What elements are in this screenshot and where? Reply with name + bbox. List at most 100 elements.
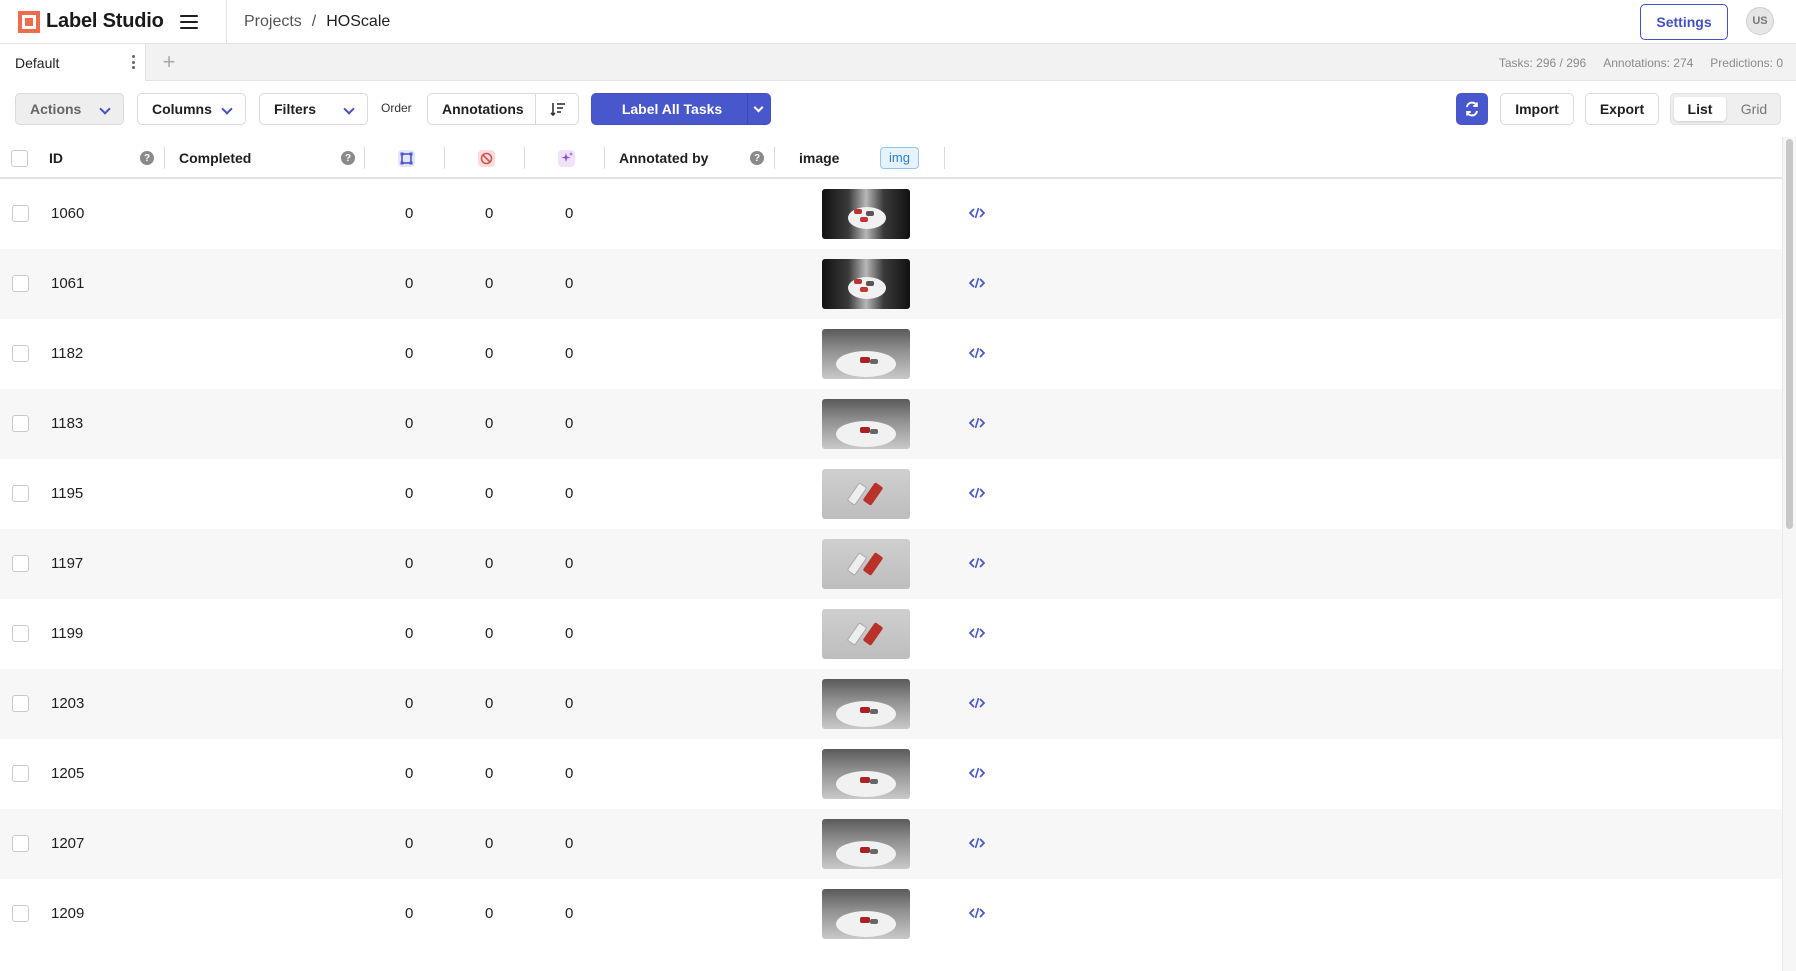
predictions-count-value: 0: [565, 485, 574, 502]
cancelled-count-value: 0: [485, 695, 494, 712]
image-thumbnail[interactable]: [822, 329, 910, 379]
image-thumbnail[interactable]: [822, 679, 910, 729]
table-row[interactable]: 1061 0 0 0: [0, 249, 1782, 319]
import-button[interactable]: Import: [1500, 93, 1574, 125]
help-icon[interactable]: ?: [140, 151, 154, 165]
table-row[interactable]: 1205 0 0 0: [0, 739, 1782, 809]
table-row[interactable]: 1060 0 0 0: [0, 179, 1782, 249]
row-checkbox[interactable]: [12, 905, 29, 922]
data-manager-toolbar: Actions Columns Filters Order Annotation…: [0, 81, 1796, 137]
image-thumbnail[interactable]: [822, 469, 910, 519]
code-icon[interactable]: [969, 486, 985, 500]
row-checkbox[interactable]: [12, 765, 29, 782]
column-header-completed[interactable]: Completed: [179, 137, 251, 179]
main-menu-icon[interactable]: [168, 0, 210, 44]
cancelled-count-value: 0: [485, 205, 494, 222]
task-id: 1205: [51, 765, 85, 782]
settings-button[interactable]: Settings: [1640, 4, 1728, 40]
scrollbar-thumb[interactable]: [1786, 139, 1793, 529]
predictions-count-value: 0: [565, 695, 574, 712]
table-row[interactable]: 1199 0 0 0: [0, 599, 1782, 669]
code-icon[interactable]: [969, 206, 985, 220]
code-icon[interactable]: [969, 906, 985, 920]
tab-default[interactable]: Default: [0, 44, 146, 81]
code-icon[interactable]: [969, 556, 985, 570]
table-row[interactable]: 1207 0 0 0: [0, 809, 1782, 879]
row-checkbox[interactable]: [12, 485, 29, 502]
row-checkbox[interactable]: [12, 275, 29, 292]
predictions-count-value: 0: [565, 625, 574, 642]
label-all-tasks-button[interactable]: Label All Tasks: [591, 93, 771, 125]
row-checkbox[interactable]: [12, 555, 29, 572]
row-checkbox[interactable]: [12, 205, 29, 222]
table-row[interactable]: 1197 0 0 0: [0, 529, 1782, 599]
code-icon[interactable]: [969, 696, 985, 710]
predictions-count-value: 0: [565, 905, 574, 922]
table-scrollbar[interactable]: [1782, 137, 1796, 971]
table-row[interactable]: 1203 0 0 0: [0, 669, 1782, 739]
row-checkbox[interactable]: [12, 415, 29, 432]
annotations-count-value: 0: [405, 275, 414, 292]
code-icon[interactable]: [969, 766, 985, 780]
chevron-down-icon[interactable]: [753, 102, 764, 113]
image-thumbnail[interactable]: [822, 399, 910, 449]
code-icon[interactable]: [969, 836, 985, 850]
table-row[interactable]: 1209 0 0 0: [0, 879, 1782, 949]
column-header-image[interactable]: image: [799, 137, 839, 179]
avatar[interactable]: US: [1746, 7, 1774, 35]
code-icon[interactable]: [969, 626, 985, 640]
columns-label: Columns: [152, 101, 212, 117]
filters-button[interactable]: Filters: [259, 93, 368, 125]
export-button[interactable]: Export: [1585, 93, 1659, 125]
breadcrumb-separator: /: [311, 12, 317, 30]
add-tab-icon[interactable]: +: [158, 50, 180, 74]
list-view-button[interactable]: List: [1674, 97, 1726, 121]
table-row[interactable]: 1182 0 0 0: [0, 319, 1782, 389]
breadcrumb-current-project: HOScale: [326, 12, 391, 30]
code-icon[interactable]: [969, 346, 985, 360]
select-all-checkbox[interactable]: [11, 149, 28, 167]
refresh-icon: [1466, 101, 1478, 117]
column-header-annotated-by[interactable]: Annotated by: [619, 137, 708, 179]
annotations-count-value: 0: [405, 555, 414, 572]
tab-options-icon[interactable]: [131, 55, 135, 69]
column-header-cancelled-count[interactable]: [478, 137, 495, 179]
column-header-annotations-count[interactable]: [398, 137, 415, 179]
image-thumbnail[interactable]: [822, 889, 910, 939]
row-checkbox[interactable]: [12, 625, 29, 642]
task-id: 1060: [51, 205, 85, 222]
table-row[interactable]: 1195 0 0 0: [0, 459, 1782, 529]
column-header-id[interactable]: ID: [49, 137, 63, 179]
image-thumbnail[interactable]: [822, 609, 910, 659]
code-icon[interactable]: [969, 276, 985, 290]
task-id: 1061: [51, 275, 85, 292]
column-header-predictions-count[interactable]: [558, 137, 575, 179]
image-thumbnail[interactable]: [822, 819, 910, 869]
row-checkbox[interactable]: [12, 345, 29, 362]
image-thumbnail[interactable]: [822, 539, 910, 589]
app-logo[interactable]: Label Studio: [0, 0, 168, 44]
table-row[interactable]: 1183 0 0 0: [0, 389, 1782, 459]
help-icon[interactable]: ?: [341, 151, 355, 165]
breadcrumb-projects[interactable]: Projects: [244, 13, 302, 31]
project-stats: Tasks: 296 / 296 Annotations: 274 Predic…: [1499, 44, 1783, 81]
actions-button[interactable]: Actions: [15, 93, 124, 125]
annotations-count-value: 0: [405, 485, 414, 502]
cancelled-count-value: 0: [485, 555, 494, 572]
refresh-button[interactable]: [1456, 93, 1488, 125]
row-checkbox[interactable]: [12, 835, 29, 852]
order-field-select[interactable]: Annotations: [427, 93, 579, 125]
cancelled-count-value: 0: [485, 765, 494, 782]
actions-label: Actions: [30, 101, 82, 117]
image-thumbnail[interactable]: [822, 189, 910, 239]
sort-direction-icon[interactable]: [550, 102, 566, 116]
grid-view-button[interactable]: Grid: [1731, 97, 1777, 121]
task-id: 1209: [51, 905, 85, 922]
help-icon[interactable]: ?: [750, 151, 764, 165]
image-type-tag[interactable]: img: [880, 147, 919, 169]
row-checkbox[interactable]: [12, 695, 29, 712]
columns-button[interactable]: Columns: [137, 93, 246, 125]
code-icon[interactable]: [969, 416, 985, 430]
image-thumbnail[interactable]: [822, 259, 910, 309]
image-thumbnail[interactable]: [822, 749, 910, 799]
